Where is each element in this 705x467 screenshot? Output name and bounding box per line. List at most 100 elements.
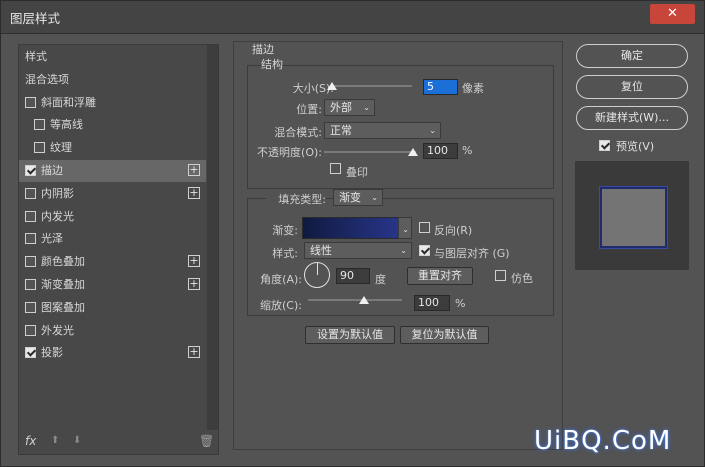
blend-mode-value: 正常 [330, 124, 352, 137]
effect-checkbox[interactable] [34, 119, 45, 131]
effect-checkbox[interactable] [25, 233, 36, 245]
effect-checkbox[interactable] [25, 347, 36, 359]
scale-slider[interactable] [308, 299, 402, 301]
blend-mode-label: 混合模式: [274, 126, 322, 139]
delete-effect-icon[interactable]: 🗑 [199, 434, 214, 448]
effect-item[interactable]: 混合选项 [19, 69, 206, 91]
size-input[interactable]: 5 [423, 79, 458, 95]
effect-checkbox[interactable] [25, 301, 36, 313]
add-effect-icon[interactable]: + [188, 255, 200, 268]
move-up-icon[interactable]: ⬆ [51, 435, 59, 446]
fx-menu-button[interactable]: fx [25, 434, 36, 448]
reverse-checkbox[interactable] [419, 222, 430, 233]
chevron-down-icon: ⌄ [363, 103, 370, 112]
scale-unit: % [455, 297, 466, 310]
gradient-swatch[interactable] [302, 217, 409, 239]
styles-list-footer: fx ⬆ ⬇ 🗑 [19, 430, 218, 454]
gradient-label: 渐变: [272, 224, 298, 237]
position-dropdown[interactable]: 外部 ⌄ [324, 99, 375, 116]
angle-input[interactable]: 90 [336, 268, 370, 284]
size-slider-thumb[interactable] [327, 82, 337, 90]
opacity-slider[interactable] [324, 151, 416, 153]
gradient-style-dropdown[interactable]: 线性 ⌄ [304, 242, 412, 259]
opacity-label: 不透明度(O): [257, 146, 322, 159]
scale-slider-thumb[interactable] [359, 296, 369, 304]
effect-label: 外发光 [41, 323, 74, 337]
close-button[interactable]: ✕ [650, 4, 695, 24]
opacity-input[interactable]: 100 [423, 143, 458, 159]
angle-indicator [317, 263, 318, 275]
title-bar: 图层样式 ✕ [1, 1, 704, 34]
effect-item[interactable]: 描边 + [19, 160, 206, 182]
ok-button[interactable]: 确定 [576, 44, 688, 68]
fill-type-dropdown[interactable]: 渐变 ⌄ [333, 189, 383, 206]
effect-item[interactable]: 纹理 [19, 137, 206, 159]
effect-item[interactable]: 光泽 [19, 228, 206, 250]
structure-title: 结构 [261, 58, 283, 71]
effect-checkbox[interactable] [25, 279, 36, 290]
gradient-style-label: 样式: [272, 247, 298, 260]
effect-item[interactable]: 投影 + [19, 342, 206, 364]
chevron-down-icon: ⌄ [371, 193, 378, 202]
reverse-label: 反向(R) [434, 224, 473, 237]
effect-label: 描边 [41, 164, 63, 177]
effect-label: 图案叠加 [41, 300, 85, 314]
effect-checkbox[interactable] [25, 165, 36, 176]
effect-item[interactable]: 样式 [19, 46, 206, 68]
blend-mode-dropdown[interactable]: 正常 ⌄ [324, 122, 441, 139]
effect-label: 内阴影 [41, 186, 74, 200]
overprint-checkbox[interactable] [330, 163, 341, 174]
size-label: 大小(S): [292, 82, 334, 95]
effect-item[interactable]: 等高线 [19, 114, 206, 136]
effect-label: 等高线 [50, 118, 83, 132]
preview-thumbnail [600, 187, 667, 248]
window-title: 图层样式 [10, 11, 61, 26]
overprint-label: 叠印 [346, 166, 368, 179]
effect-label: 斜面和浮雕 [41, 95, 96, 109]
effect-label: 样式 [25, 50, 47, 63]
scale-label: 缩放(C): [260, 299, 302, 312]
effect-checkbox[interactable] [25, 210, 36, 222]
add-effect-icon[interactable]: + [188, 346, 200, 359]
effect-checkbox[interactable] [25, 96, 36, 108]
effect-item[interactable]: 颜色叠加 + [19, 251, 206, 273]
effect-item[interactable]: 外发光 [19, 320, 206, 342]
effect-item[interactable]: 渐变叠加 + [19, 274, 206, 296]
watermark: UiBQ.CoM [534, 426, 672, 456]
effect-checkbox[interactable] [25, 324, 36, 336]
add-effect-icon[interactable]: + [188, 186, 200, 199]
scale-input[interactable]: 100 [414, 295, 450, 311]
effect-item[interactable]: 内阴影 + [19, 183, 206, 205]
reset-alignment-button[interactable]: 重置对齐 [407, 267, 473, 285]
effect-item[interactable]: 斜面和浮雕 [19, 92, 206, 114]
make-default-button[interactable]: 设置为默认值 [305, 326, 395, 344]
angle-label: 角度(A): [260, 273, 302, 286]
effect-item[interactable]: 图案叠加 [19, 297, 206, 319]
reset-default-button[interactable]: 复位为默认值 [400, 326, 489, 344]
chevron-down-icon: ⌄ [402, 225, 409, 234]
reset-button[interactable]: 复位 [576, 75, 688, 99]
dither-checkbox[interactable] [495, 270, 506, 281]
preview-checkbox[interactable] [599, 140, 610, 151]
align-with-layer-checkbox[interactable] [419, 245, 430, 256]
effect-checkbox[interactable] [25, 256, 36, 268]
chevron-down-icon: ⌄ [400, 246, 407, 255]
size-slider[interactable] [330, 85, 412, 87]
opacity-slider-thumb[interactable] [408, 148, 418, 156]
effect-label: 内发光 [41, 209, 74, 223]
add-effect-icon[interactable]: + [188, 164, 200, 176]
stroke-settings-panel: 描边 结构 大小(S): 5 像素 位置: 外部 ⌄ 混合模式: 正常 ⌄ 不透明度… [233, 41, 563, 450]
add-effect-icon[interactable]: + [188, 278, 200, 290]
effect-checkbox[interactable] [25, 187, 36, 199]
effect-item[interactable]: 内发光 [19, 206, 206, 228]
opacity-unit: % [462, 144, 473, 157]
fill-type-label: 填充类型: [266, 191, 326, 207]
move-down-icon[interactable]: ⬇ [73, 435, 81, 446]
styles-list-scrollbar[interactable] [207, 45, 218, 430]
size-unit: 像素 [462, 82, 484, 95]
new-style-button[interactable]: 新建样式(W)... [576, 106, 688, 130]
effect-checkbox[interactable] [34, 142, 45, 154]
gradient-picker-button[interactable]: ⌄ [398, 217, 412, 239]
angle-dial[interactable] [304, 262, 330, 288]
effect-label: 投影 [41, 346, 63, 360]
